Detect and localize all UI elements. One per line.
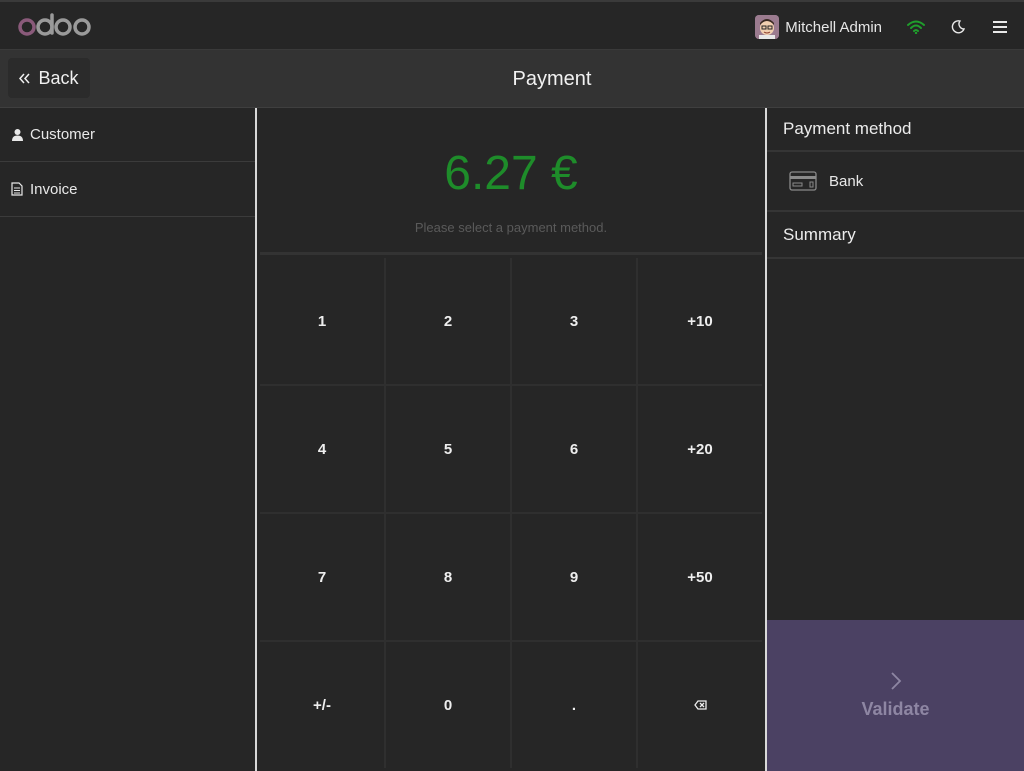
amount-display: 6.27 € Please select a payment method. (260, 110, 762, 255)
back-label: Back (38, 67, 79, 88)
avatar[interactable] (755, 15, 780, 39)
payment-method-label: Bank (829, 172, 864, 190)
chevron-right-icon (890, 671, 902, 691)
numpad-key-4[interactable]: 4 (260, 386, 384, 512)
payment-header: Back Payment (0, 50, 1024, 108)
page-title: Payment (512, 68, 592, 90)
invoice-label: Invoice (30, 180, 78, 198)
validate-button[interactable]: Validate (767, 620, 1024, 771)
numpad-key-8[interactable]: 8 (386, 514, 510, 640)
backspace-button[interactable] (638, 642, 762, 768)
numpad-key-plus-20[interactable]: +20 (638, 386, 762, 512)
navbar-right: Mitchell Admin (755, 13, 1010, 41)
numpad-key-3[interactable]: 3 (512, 258, 636, 384)
validate-label: Validate (861, 699, 930, 719)
double-chevron-left-icon (19, 73, 31, 84)
invoice-button[interactable]: Invoice (0, 162, 255, 217)
wifi-icon[interactable] (906, 17, 926, 37)
numpad-key-decimal[interactable]: . (512, 642, 636, 768)
numpad-key-1[interactable]: 1 (260, 258, 384, 384)
customer-label: Customer (30, 126, 96, 143)
payment-method-title: Payment method (767, 108, 1024, 152)
menu-icon[interactable] (990, 17, 1010, 37)
card-icon (789, 171, 817, 191)
backspace-icon (693, 700, 707, 710)
odoo-logo-mark (18, 13, 91, 36)
numpad-key-2[interactable]: 2 (386, 258, 510, 384)
back-button[interactable]: Back (8, 58, 90, 98)
center-panel: 6.27 € Please select a payment method. 1… (257, 108, 765, 771)
numpad-key-plus-10[interactable]: +10 (638, 258, 762, 384)
numpad-key-6[interactable]: 6 (512, 386, 636, 512)
due-amount: 6.27 € (444, 147, 578, 200)
odoo-logo[interactable] (18, 12, 94, 40)
numpad-key-plus-50[interactable]: +50 (638, 514, 762, 640)
top-navbar: Mitchell Admin (0, 0, 1024, 50)
numpad-key-7[interactable]: 7 (260, 514, 384, 640)
numpad: 1 2 3 +10 4 5 6 +20 7 8 9 +50 +/- 0 . (260, 258, 762, 768)
customer-button[interactable]: Customer (0, 108, 255, 162)
user-icon (10, 128, 24, 141)
payment-hint: Please select a payment method. (414, 220, 608, 235)
summary-title: Summary (767, 212, 1024, 259)
numpad-key-9[interactable]: 9 (512, 514, 636, 640)
numpad-key-5[interactable]: 5 (386, 386, 510, 512)
left-panel: Customer Invoice (0, 108, 255, 771)
invoice-icon (10, 182, 24, 196)
avatar-face-icon (755, 15, 780, 39)
payment-method-bank[interactable]: Bank (767, 152, 1024, 212)
numpad-key-0[interactable]: 0 (386, 642, 510, 768)
numpad-key-plus-minus[interactable]: +/- (260, 642, 384, 768)
user-name[interactable]: Mitchell Admin (785, 19, 882, 36)
moon-icon[interactable] (948, 17, 968, 37)
